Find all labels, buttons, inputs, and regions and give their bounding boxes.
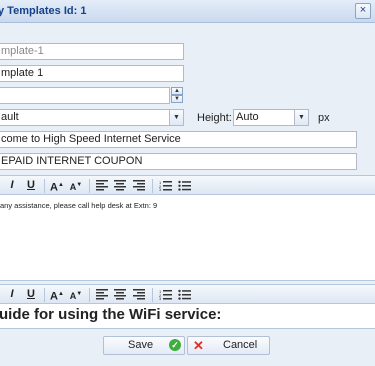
- editor1-toolbar: I U A▲ A▼ 123: [0, 175, 375, 195]
- align-left-icon[interactable]: [96, 289, 108, 300]
- toolbar-separator: [44, 179, 45, 193]
- svg-text:3: 3: [159, 187, 162, 191]
- grow-font-button[interactable]: A▲: [50, 288, 64, 303]
- welcome-text-value: come to High Speed Internet Service: [1, 133, 181, 145]
- window-titlebar: y Templates Id: 1 ×: [0, 0, 375, 23]
- numbered-list-icon[interactable]: 123: [159, 180, 172, 191]
- underline-button[interactable]: U: [25, 179, 37, 192]
- bullet-list-icon[interactable]: [178, 180, 191, 191]
- editor2-toolbar: I U A▲ A▼ 123: [0, 284, 375, 304]
- numbered-list-icon[interactable]: 123: [159, 289, 172, 300]
- align-right-icon[interactable]: [133, 180, 145, 191]
- cancel-button-label: Cancel: [223, 339, 258, 351]
- spin-up-icon[interactable]: ▲: [171, 87, 183, 95]
- template-type-combo[interactable]: ault ▼: [0, 109, 184, 126]
- toolbar-separator: [44, 288, 45, 302]
- spin-down-icon[interactable]: ▼: [171, 95, 183, 103]
- shrink-font-button[interactable]: A▼: [69, 179, 83, 192]
- grow-font-button[interactable]: A▲: [50, 179, 64, 194]
- toolbar-separator: [89, 179, 90, 193]
- italic-button[interactable]: I: [7, 179, 17, 192]
- coupon-title-field[interactable]: EPAID INTERNET COUPON: [0, 153, 357, 170]
- template-id-field[interactable]: mplate-1: [0, 43, 184, 60]
- align-center-icon[interactable]: [114, 180, 126, 191]
- height-value: Auto: [236, 111, 259, 123]
- welcome-text-field[interactable]: come to High Speed Internet Service: [0, 131, 357, 148]
- italic-button[interactable]: I: [7, 288, 17, 301]
- shrink-font-button[interactable]: A▼: [69, 288, 83, 301]
- editor2-body[interactable]: uide for using the WiFi service:: [0, 304, 375, 329]
- align-center-icon[interactable]: [114, 289, 126, 300]
- editor1-text: any assistance, please call help desk at…: [0, 201, 158, 210]
- px-unit-label: px: [318, 112, 330, 124]
- template-name-field[interactable]: mplate 1: [0, 65, 184, 82]
- close-icon[interactable]: ×: [355, 3, 371, 19]
- align-right-icon[interactable]: [133, 289, 145, 300]
- grow-font-icon: A: [50, 181, 58, 194]
- underline-button[interactable]: U: [25, 288, 37, 301]
- spinner-buttons[interactable]: ▲ ▼: [171, 87, 183, 104]
- template-name-value: mplate 1: [1, 67, 44, 79]
- chevron-down-icon[interactable]: ▼: [169, 110, 183, 125]
- save-button[interactable]: Save ✓: [103, 336, 185, 355]
- toolbar-separator: [152, 179, 153, 193]
- template-type-value: ault: [1, 111, 19, 123]
- bullet-list-icon[interactable]: [178, 289, 191, 300]
- cancel-x-icon: ✕: [193, 338, 204, 353]
- template-id-placeholder: mplate-1: [1, 45, 44, 57]
- height-label: Height:: [197, 112, 232, 124]
- toolbar-separator: [152, 288, 153, 302]
- template-form: mplate-1 mplate 1 ▲ ▼ ault ▼ Height: Aut…: [0, 23, 375, 366]
- height-combo[interactable]: Auto ▼: [233, 109, 309, 126]
- align-left-icon[interactable]: [96, 180, 108, 191]
- chevron-down-icon[interactable]: ▼: [294, 110, 308, 125]
- window-title: y Templates Id: 1: [0, 5, 87, 17]
- grow-font-icon: A: [50, 290, 58, 303]
- number-field[interactable]: [0, 87, 170, 104]
- editor2-text: uide for using the WiFi service:: [0, 306, 222, 323]
- toolbar-separator: [89, 288, 90, 302]
- cancel-button[interactable]: ✕ Cancel: [187, 336, 270, 355]
- coupon-title-value: EPAID INTERNET COUPON: [1, 155, 143, 167]
- svg-text:3: 3: [159, 296, 162, 300]
- check-icon: ✓: [169, 339, 181, 351]
- save-button-label: Save: [128, 339, 154, 351]
- editor1-body[interactable]: any assistance, please call help desk at…: [0, 195, 375, 281]
